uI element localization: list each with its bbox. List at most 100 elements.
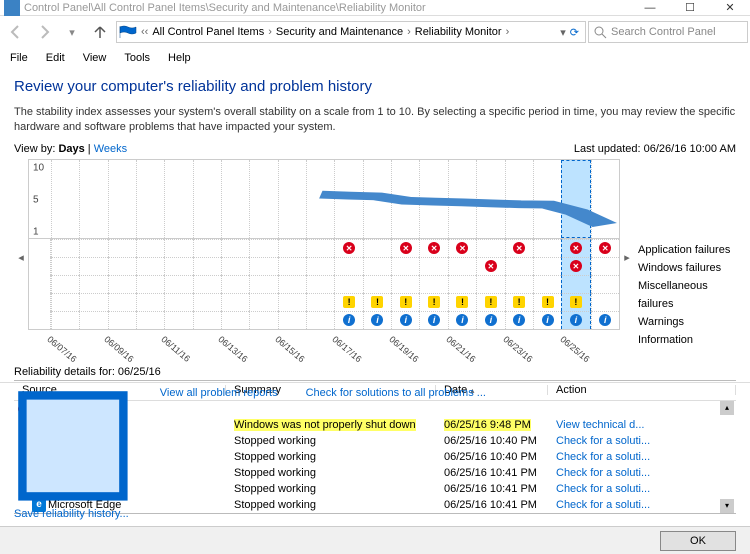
- view-weeks[interactable]: Weeks: [94, 143, 127, 155]
- chart-cell[interactable]: [79, 293, 107, 311]
- chart-cell[interactable]: [249, 293, 277, 311]
- chart-cell[interactable]: [448, 239, 476, 257]
- chart-cell[interactable]: [108, 293, 136, 311]
- view-days[interactable]: Days: [58, 143, 84, 155]
- chart-cell[interactable]: [249, 239, 277, 257]
- save-history-link[interactable]: Save reliability history...: [14, 387, 132, 520]
- chart-cell[interactable]: [505, 257, 533, 275]
- chart-cell[interactable]: [108, 275, 136, 293]
- minimize-button[interactable]: —: [630, 0, 670, 16]
- chart-cell[interactable]: [561, 293, 590, 311]
- chart-cell[interactable]: [476, 311, 504, 329]
- chart-scroll-left[interactable]: ◂: [14, 159, 28, 356]
- chart-cell[interactable]: [136, 239, 164, 257]
- check-all-link[interactable]: Check for solutions to all problems ...: [306, 387, 486, 520]
- chart-cell[interactable]: [221, 293, 249, 311]
- chart-cell[interactable]: [278, 275, 306, 293]
- chart-cell[interactable]: [108, 311, 136, 329]
- chart-cell[interactable]: [79, 239, 107, 257]
- chart-cell[interactable]: [306, 275, 334, 293]
- chart-cell[interactable]: [306, 257, 334, 275]
- chevron-right-icon[interactable]: ›: [504, 26, 512, 38]
- chart-cell[interactable]: [51, 275, 79, 293]
- chart-cell[interactable]: [221, 239, 249, 257]
- chart-cell[interactable]: [334, 239, 362, 257]
- chart-cell[interactable]: [108, 239, 136, 257]
- chart-cell[interactable]: [476, 275, 504, 293]
- chart-cell[interactable]: [108, 257, 136, 275]
- chart-cell[interactable]: [51, 293, 79, 311]
- chart-cell[interactable]: [533, 311, 561, 329]
- chart-cell[interactable]: [391, 311, 419, 329]
- chart-cell[interactable]: [391, 275, 419, 293]
- chart-cell[interactable]: [51, 257, 79, 275]
- back-button[interactable]: [2, 18, 30, 46]
- refresh-icon[interactable]: ⟳: [570, 26, 579, 39]
- chart-cell[interactable]: [476, 293, 504, 311]
- chart-cell[interactable]: [306, 239, 334, 257]
- chart-cell[interactable]: [561, 257, 590, 275]
- chart-cell[interactable]: [363, 257, 391, 275]
- chart-cell[interactable]: [306, 311, 334, 329]
- chart-cell[interactable]: [164, 311, 192, 329]
- chart-cell[interactable]: [249, 311, 277, 329]
- chart-cell[interactable]: [591, 257, 619, 275]
- chart-cell[interactable]: [363, 311, 391, 329]
- chart-cell[interactable]: [419, 293, 447, 311]
- chart-cell[interactable]: [391, 257, 419, 275]
- chart-cell[interactable]: [448, 293, 476, 311]
- chart-cell[interactable]: [51, 239, 79, 257]
- chart-cell[interactable]: [561, 239, 590, 257]
- dropdown-icon[interactable]: ▾: [560, 26, 566, 39]
- maximize-button[interactable]: ☐: [670, 0, 710, 16]
- chart-cell[interactable]: [363, 239, 391, 257]
- chart-cell[interactable]: [391, 239, 419, 257]
- chart-cell[interactable]: [533, 239, 561, 257]
- ok-button[interactable]: OK: [660, 531, 736, 551]
- chart-scroll-right[interactable]: ▸: [620, 159, 634, 356]
- stability-chart[interactable]: 10 5 1 06/07/1606/09/1606/11/1606/13/160…: [28, 159, 620, 356]
- menu-view[interactable]: View: [81, 50, 109, 66]
- chart-cell[interactable]: [306, 293, 334, 311]
- chart-cell[interactable]: [533, 293, 561, 311]
- chart-cell[interactable]: [79, 311, 107, 329]
- chart-cell[interactable]: [249, 275, 277, 293]
- chart-cell[interactable]: [221, 275, 249, 293]
- chart-cell[interactable]: [533, 275, 561, 293]
- chart-cell[interactable]: [221, 257, 249, 275]
- crumb-security[interactable]: Security and Maintenance: [274, 25, 405, 39]
- chart-cell[interactable]: [419, 257, 447, 275]
- chart-cell[interactable]: [193, 275, 221, 293]
- chart-cell[interactable]: [505, 275, 533, 293]
- chart-cell[interactable]: [136, 311, 164, 329]
- chart-cell[interactable]: [448, 311, 476, 329]
- chart-cell[interactable]: [505, 239, 533, 257]
- chart-cell[interactable]: [193, 293, 221, 311]
- chart-cell[interactable]: [591, 293, 619, 311]
- chart-cell[interactable]: [591, 275, 619, 293]
- chart-cell[interactable]: [533, 257, 561, 275]
- chart-cell[interactable]: [164, 257, 192, 275]
- address-bar[interactable]: ‹‹ All Control Panel Items › Security an…: [116, 21, 586, 43]
- chart-cell[interactable]: [334, 275, 362, 293]
- chart-cell[interactable]: [505, 293, 533, 311]
- crumb-sep-icon[interactable]: ‹‹: [139, 26, 150, 38]
- chart-cell[interactable]: [419, 311, 447, 329]
- menu-tools[interactable]: Tools: [122, 50, 152, 66]
- crumb-reliability[interactable]: Reliability Monitor: [413, 25, 504, 39]
- view-all-link[interactable]: View all problem reports: [160, 387, 278, 520]
- crumb-all[interactable]: All Control Panel Items: [150, 25, 266, 39]
- chart-cell[interactable]: [51, 311, 79, 329]
- chart-cell[interactable]: [136, 293, 164, 311]
- chart-cell[interactable]: [164, 275, 192, 293]
- chart-cell[interactable]: [278, 257, 306, 275]
- up-button[interactable]: [86, 18, 114, 46]
- chart-cell[interactable]: [164, 239, 192, 257]
- chart-cell[interactable]: [419, 239, 447, 257]
- chart-cell[interactable]: [476, 239, 504, 257]
- close-button[interactable]: ✕: [710, 0, 750, 16]
- chevron-right-icon[interactable]: ›: [266, 26, 274, 38]
- chart-cell[interactable]: [278, 293, 306, 311]
- chart-cell[interactable]: [505, 311, 533, 329]
- chart-cell[interactable]: [79, 257, 107, 275]
